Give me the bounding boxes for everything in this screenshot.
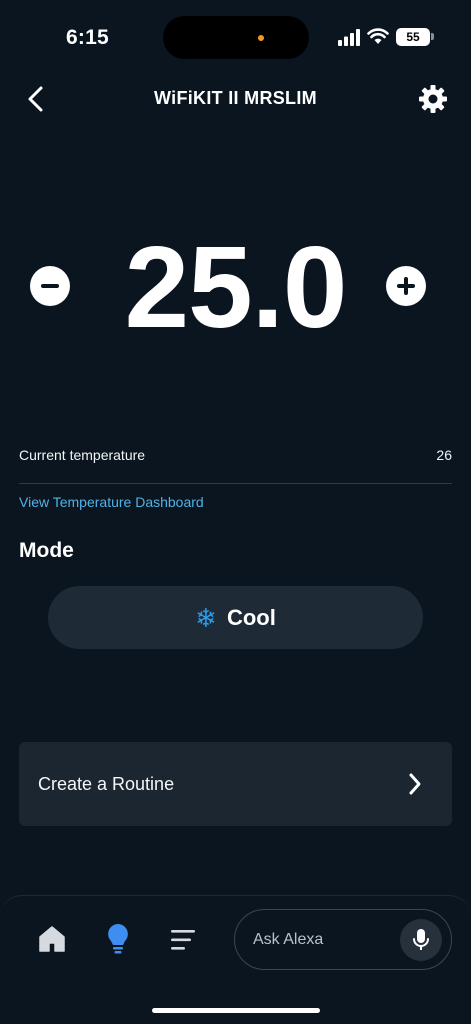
current-temperature-label: Current temperature [19, 447, 146, 463]
view-temperature-dashboard-link[interactable]: View Temperature Dashboard [19, 494, 204, 510]
ask-alexa-placeholder: Ask Alexa [253, 931, 324, 948]
ask-alexa-input[interactable]: Ask Alexa [234, 909, 452, 970]
home-icon[interactable] [38, 925, 66, 953]
home-indicator[interactable] [152, 1008, 320, 1013]
cellular-signal-icon [338, 29, 360, 46]
create-routine-label: Create a Routine [38, 774, 175, 794]
menu-icon[interactable] [170, 929, 196, 951]
privacy-indicator-dot [258, 35, 264, 41]
mode-label: Cool [226, 604, 276, 630]
battery-icon: 55 [396, 28, 430, 46]
divider [19, 483, 452, 484]
microphone-icon [413, 929, 429, 950]
increase-temperature-button[interactable] [386, 266, 426, 306]
mode-button[interactable]: ❄ Cool [48, 586, 423, 649]
mode-heading: Mode [19, 539, 74, 562]
chevron-right-icon [409, 773, 421, 795]
dynamic-island [163, 16, 309, 59]
lightbulb-icon[interactable] [106, 923, 130, 955]
status-time: 6:15 [66, 26, 109, 49]
snowflake-icon: ❄ [195, 602, 217, 633]
page-title: WiFiKIT II MRSLIM [154, 88, 317, 108]
current-temperature-value: 26 [436, 447, 452, 463]
battery-cap [431, 33, 434, 40]
gear-icon[interactable] [418, 84, 448, 114]
wifi-icon [367, 28, 389, 44]
create-routine-button[interactable]: Create a Routine [19, 742, 452, 826]
microphone-button[interactable] [400, 919, 442, 961]
